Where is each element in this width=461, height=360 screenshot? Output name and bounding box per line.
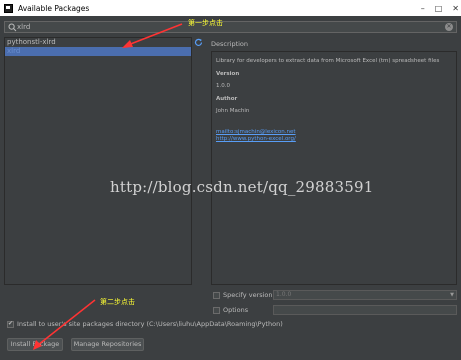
step1-arrow: [122, 23, 183, 48]
step2-arrow: [33, 299, 96, 350]
watermark-text: http://blog.csdn.net/qq_29883591: [110, 178, 374, 196]
